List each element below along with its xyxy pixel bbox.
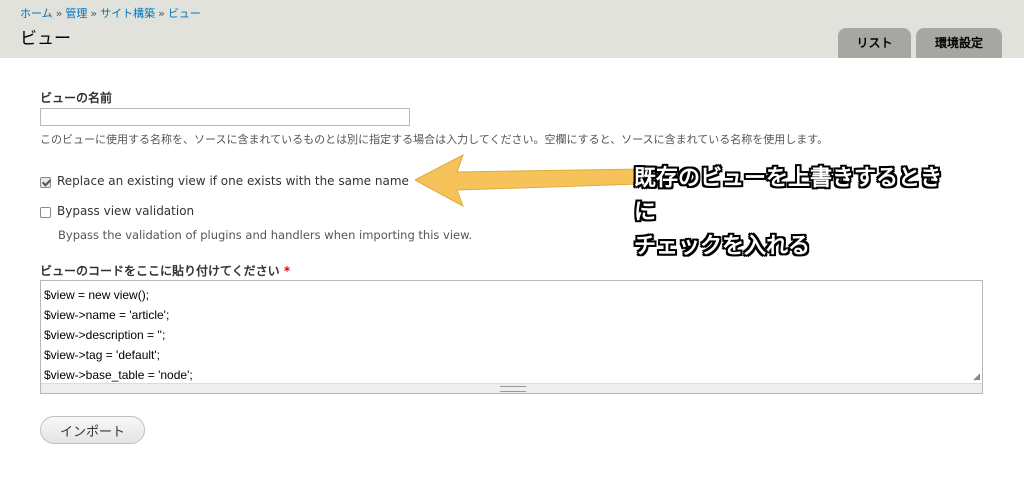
code-line: $view->description = ''; [44,328,166,342]
breadcrumb-home[interactable]: ホーム [20,7,53,20]
page-title: ビュー [20,29,71,49]
annotation-line: 既存のビューを上書きするとき [634,166,943,191]
annotation-callout: 既存のビューを上書きするとき に チェックを入れる [634,162,979,264]
breadcrumb-separator: » [90,7,98,20]
annotation-line: チェックを入れる [634,234,811,259]
replace-checkbox-label[interactable]: Replace an existing view if one exists w… [57,174,409,188]
tab-settings[interactable]: 環境設定 [916,28,1002,58]
bypass-validation-checkbox[interactable] [40,207,51,218]
resize-corner-icon[interactable]: ◢ [973,373,980,382]
breadcrumb-separator: » [55,7,63,20]
breadcrumb-structure[interactable]: サイト構築 [100,7,155,20]
annotation-arrow [415,153,640,208]
code-content: $view = new view(); $view->name = 'artic… [44,285,193,385]
breadcrumb-views[interactable]: ビュー [168,7,201,20]
required-marker: * [283,264,291,278]
import-button[interactable]: インポート [40,416,145,444]
tab-list[interactable]: リスト [838,28,911,58]
breadcrumb-admin[interactable]: 管理 [65,7,87,20]
view-code-label: ビューのコードをここに貼り付けてください * [40,262,290,279]
grip-handle-icon [500,386,526,392]
code-line: $view = new view(); [44,288,150,302]
replace-checkbox[interactable] [40,177,51,188]
view-name-input[interactable] [40,108,410,126]
bypass-validation-label[interactable]: Bypass view validation [57,204,194,218]
page-header: ホーム» 管理» サイト構築» ビュー ビュー リスト 環境設定 [0,0,1024,58]
view-code-label-text: ビューのコードをここに貼り付けてください [40,264,280,278]
breadcrumb: ホーム» 管理» サイト構築» ビュー [20,5,201,21]
view-code-textarea[interactable]: $view = new view(); $view->name = 'artic… [40,280,983,394]
textarea-grippie[interactable] [41,383,982,393]
view-name-label: ビューの名前 [40,91,113,105]
annotation-line: に [634,200,657,225]
code-line: $view->name = 'article'; [44,308,170,322]
breadcrumb-separator: » [158,7,165,20]
view-name-description: このビューに使用する名称を、ソースに含まれているものとは別に指定する場合は入力し… [40,133,829,146]
bypass-validation-description: Bypass the validation of plugins and han… [58,228,473,242]
code-line: $view->base_table = 'node'; [44,368,193,382]
code-line: $view->tag = 'default'; [44,348,160,362]
